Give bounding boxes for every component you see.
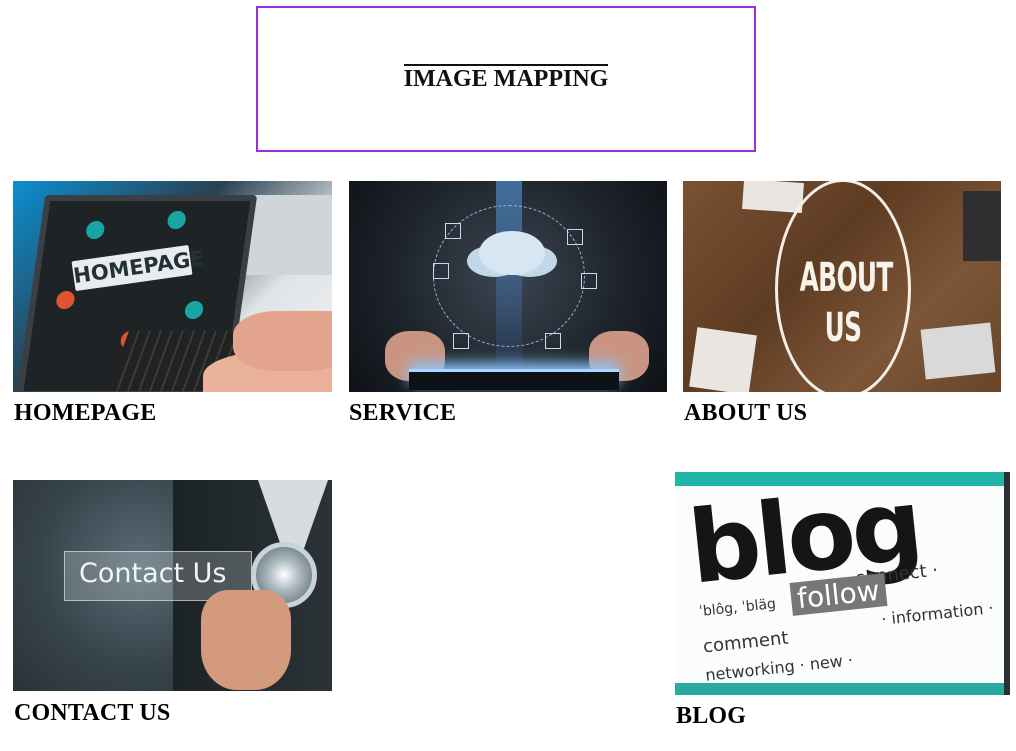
caption-contact-us: CONTACT US [14,700,171,726]
paper-graphic [742,181,804,214]
hand-graphic [233,311,332,371]
blog-image-link[interactable]: blog connect · ˈblôg, ˈbläg follow comme… [675,472,1010,695]
cloud-icon [479,231,545,275]
caption-service: SERVICE [349,400,457,426]
hand-graphic [201,590,291,690]
teal-footer-bar [675,683,1004,695]
laptop-icon [545,333,561,349]
teal-dot [183,301,205,319]
monitor-icon [453,333,469,349]
title-box: IMAGE MAPPING [256,6,756,152]
contact-us-image-link[interactable]: Contact Us [13,480,332,691]
about-us-image-link[interactable]: ABOUT US [683,181,1001,392]
homepage-image-link[interactable]: HOMEPAGE [13,181,332,392]
word-information: · information · [880,598,995,629]
laptop-graphic [920,322,996,380]
tablet-graphic [409,369,619,390]
grid-icon [567,229,583,245]
word-comment: comment [702,627,790,658]
paper-graphic [689,327,757,392]
teal-dot [85,221,106,239]
caption-homepage: HOMEPAGE [14,400,157,426]
database-icon [433,263,449,279]
caption-about-us: ABOUT US [684,400,808,426]
about-us-emblem-text: ABOUT US [799,255,894,351]
word-networking: networking · new · [704,650,854,685]
caption-blog: BLOG [676,703,747,729]
teal-dot [166,211,187,229]
service-image-link[interactable] [349,181,667,392]
contact-us-bar-text: Contact Us [79,558,227,589]
page-title: IMAGE MAPPING [403,64,609,92]
device-icon [445,223,461,239]
orange-dot [55,291,76,309]
network-icon [581,273,597,289]
phone-graphic [963,191,1001,261]
